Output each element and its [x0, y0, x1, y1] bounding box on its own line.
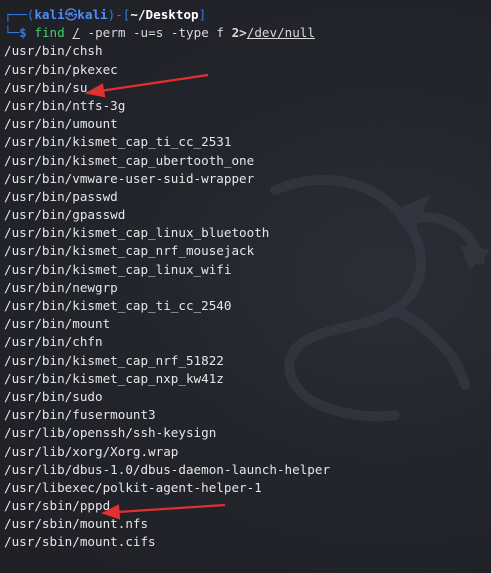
command-redirect: 2> — [231, 25, 247, 41]
output-line: /usr/bin/kismet_cap_nxp_kw41z — [4, 370, 224, 386]
output-line: /usr/bin/newgrp — [4, 279, 118, 295]
prompt-dollar: $ — [19, 25, 27, 41]
command-line[interactable]: └─$ find / -perm -u=s -type f 2>/dev/nul… — [4, 24, 491, 42]
output-line: /usr/bin/chfn — [4, 334, 103, 350]
output-line: /usr/lib/openssh/ssh-keysign — [4, 425, 217, 441]
output-line: /usr/bin/gpasswd — [4, 207, 126, 223]
command-name: find — [34, 25, 65, 41]
command-target: /dev/null — [246, 25, 315, 41]
output-line: /usr/bin/chsh — [4, 43, 103, 59]
output-line: /usr/bin/pkexec — [4, 61, 118, 77]
prompt-path: ~/Desktop — [130, 7, 199, 22]
command-path-arg: / — [72, 25, 80, 41]
command-args: -perm -u=s -type f — [87, 25, 224, 41]
output-line: /usr/sbin/pppd — [4, 498, 111, 514]
output-line: /usr/libexec/polkit-agent-helper-1 — [4, 479, 262, 495]
output-line: /usr/bin/mount — [4, 316, 111, 332]
output-line: /usr/bin/kismet_cap_linux_wifi — [4, 261, 232, 277]
output-line: /usr/sbin/mount.cifs — [4, 534, 156, 550]
output-line: /usr/bin/kismet_cap_nrf_mousejack — [4, 243, 255, 259]
output-line: /usr/bin/kismet_cap_nrf_51822 — [4, 352, 224, 368]
output-line: /usr/bin/fusermount3 — [4, 407, 156, 423]
output-line: /usr/lib/dbus-1.0/dbus-daemon-launch-hel… — [4, 461, 331, 477]
output-line: /usr/sbin/mount.nfs — [4, 516, 149, 532]
output-line: /usr/bin/ntfs-3g — [4, 97, 126, 113]
output-line: /usr/bin/vmware-user-suid-wrapper — [4, 170, 255, 186]
output-line: /usr/bin/kismet_cap_linux_bluetooth — [4, 225, 270, 241]
prompt-corner-bottom: └─ — [4, 25, 20, 41]
output-line: /usr/bin/passwd — [4, 188, 118, 204]
output-line: /usr/lib/xorg/Xorg.wrap — [4, 443, 179, 459]
prompt-separator: )-[ — [107, 7, 131, 22]
skull-icon: ㉿ — [64, 7, 78, 22]
prompt-host: kali — [77, 7, 108, 22]
output-line: /usr/bin/kismet_cap_ti_cc_2531 — [4, 134, 232, 150]
output-line: /usr/bin/su — [4, 79, 88, 95]
output-line: /usr/bin/umount — [4, 116, 118, 132]
output-list: /usr/bin/chsh /usr/bin/pkexec /usr/bin/s… — [4, 42, 491, 551]
prompt-user: kali — [34, 7, 65, 22]
prompt-line-1: ┌──(kali㉿kali)-[~/Desktop] — [4, 6, 491, 24]
output-line: /usr/bin/kismet_cap_ti_cc_2540 — [4, 298, 232, 313]
output-line: /usr/bin/kismet_cap_ubertooth_one — [4, 152, 255, 168]
output-line: /usr/bin/sudo — [4, 388, 103, 404]
prompt-corner-top: ┌──( — [4, 7, 35, 22]
terminal-window[interactable]: ┌──(kali㉿kali)-[~/Desktop] └─$ find / -p… — [0, 0, 491, 573]
prompt-end: ] — [198, 7, 207, 22]
